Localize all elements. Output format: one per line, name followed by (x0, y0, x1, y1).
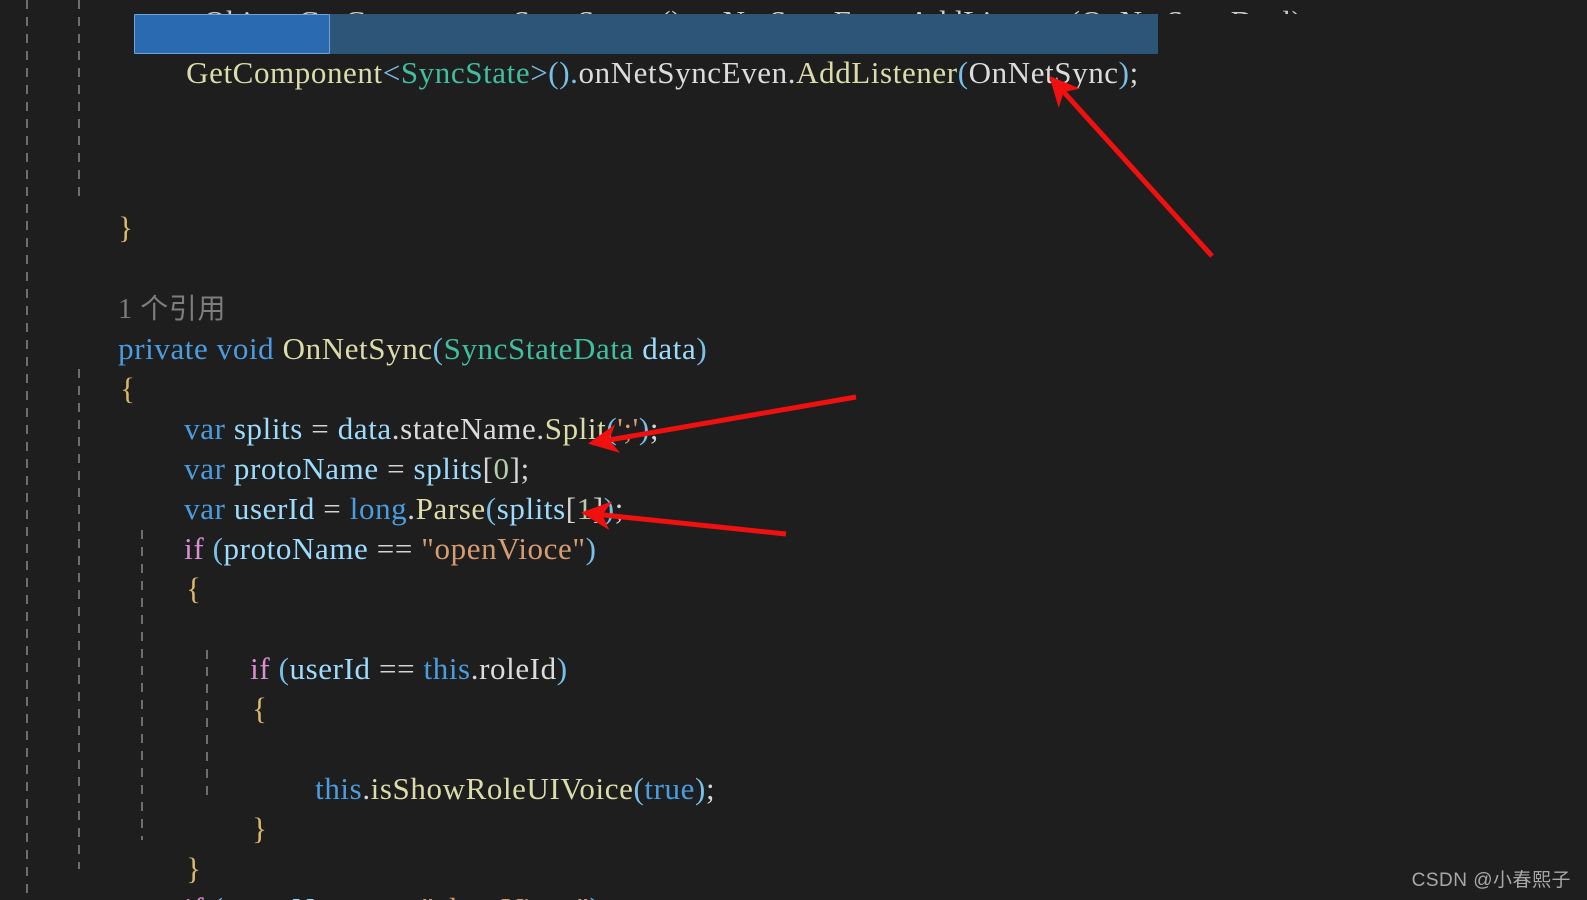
token-this-2: this (315, 771, 363, 806)
token-split-fn: Split (544, 411, 607, 446)
code-editor-screenshot: gameObject.GetComponent<SyncState>().onN… (0, 0, 1587, 900)
token-eqeq-1: == (376, 531, 413, 566)
token-paren-close-7: ) (638, 411, 650, 446)
token-paren-open-14: ( (633, 771, 645, 806)
code-line-11: { (136, 529, 202, 606)
token-addlistener: AddListener (796, 55, 958, 90)
code-line-10: if (protoName == "openVioce") (134, 489, 597, 566)
token-this-1: this (423, 651, 471, 686)
token-semi-14: ; (705, 771, 716, 806)
token-data-param: data (642, 331, 697, 366)
code-line-3: } (68, 168, 134, 245)
token-getcomponent: GetComponent (186, 55, 383, 90)
token-protoname-ref-2: protoName (224, 891, 369, 900)
token-true: true (644, 771, 696, 806)
token-semicolon-char: ';' (617, 411, 639, 446)
token-if-3: if (184, 891, 204, 900)
token-dot-14: . (362, 771, 371, 806)
token-isshowroleuivoice: isShowRoleUIVoice (370, 771, 634, 806)
token-onnetsynceven: onNetSyncEven (578, 55, 788, 90)
code-line-2: GetComponent<SyncState>().onNetSyncEven.… (136, 13, 1139, 90)
code-line-6: { (70, 329, 136, 406)
token-void: void (216, 331, 275, 366)
csdn-watermark: CSDN @小春熙子 (1411, 870, 1571, 891)
code-line-7: var splits = data.stateName.Split(';'); (134, 369, 659, 446)
token-paren-open-12: ( (278, 651, 290, 686)
token-semicolon-2: ; (1129, 55, 1139, 90)
code-line-5: private void OnNetSync(SyncStateData dat… (68, 289, 707, 366)
token-eqeq-3: == (377, 891, 413, 900)
code-line-17: if (protoName == "closeVioce") (134, 849, 601, 900)
token-paren-open-5: ( (432, 331, 444, 366)
token-paren-close-14: ) (695, 771, 706, 806)
token-paren-open-10: ( (212, 531, 224, 566)
token-paren-close-10: ) (585, 531, 597, 566)
code-line-4-reference-hint[interactable]: 1 个引用 (68, 248, 226, 325)
token-string-openvioce: "openVioce" (421, 531, 586, 566)
token-paren-close-9: ) (603, 491, 615, 526)
token-syncstate: SyncState (400, 55, 531, 90)
token-onnetsync-decl: OnNetSync (282, 331, 433, 366)
token-userid-ref: userId (289, 651, 371, 686)
code-line-16: } (136, 809, 202, 886)
token-angle-close-call: >(). (530, 55, 579, 90)
token-paren-open-17: ( (213, 891, 224, 900)
token-roleid: roleId (479, 651, 557, 686)
code-line-8: var protoName = splits[0]; (134, 409, 530, 486)
token-brace-close-if2: } (252, 811, 268, 846)
token-string-closevioce: "closeVioce" (421, 891, 589, 900)
code-line-12: if (userId == this.roleId) (200, 609, 568, 686)
token-paren-close-2: ) (1118, 55, 1130, 90)
token-paren-close-17: ) (590, 891, 601, 900)
token-brace-open-if1: { (186, 571, 202, 606)
token-angle-open: < (382, 55, 401, 90)
code-line-9: var userId = long.Parse(splits[1]); (134, 449, 624, 526)
token-paren-open-7: ( (606, 411, 618, 446)
token-dot-2: . (787, 55, 797, 90)
token-paren-close-5: ) (696, 331, 708, 366)
token-dot-12: . (470, 651, 480, 686)
token-semi-9: ; (614, 491, 624, 526)
code-line-14: this.isShowRoleUIVoice(true); (265, 729, 715, 806)
token-semi-7: ; (649, 411, 660, 446)
code-line-13: { (202, 649, 268, 726)
token-paren-open-2: ( (957, 55, 969, 90)
code-line-15: } (202, 769, 268, 846)
token-paren-close-12: ) (556, 651, 568, 686)
token-protoname-ref-1: protoName (223, 531, 369, 566)
token-dot-7b: . (536, 411, 545, 446)
token-eqeq-2: == (378, 651, 416, 686)
code-area[interactable]: gameObject.GetComponent<SyncState>().onN… (0, 0, 1587, 900)
token-brace-close-outer: } (118, 210, 134, 245)
token-onnetsync-arg: OnNetSync (968, 55, 1119, 90)
token-syncstatedata: SyncStateData (443, 331, 634, 366)
code-line-1: gameObject.GetComponent<SyncState>().onN… (134, 0, 1312, 14)
token-brace-open-if2: { (252, 691, 268, 726)
